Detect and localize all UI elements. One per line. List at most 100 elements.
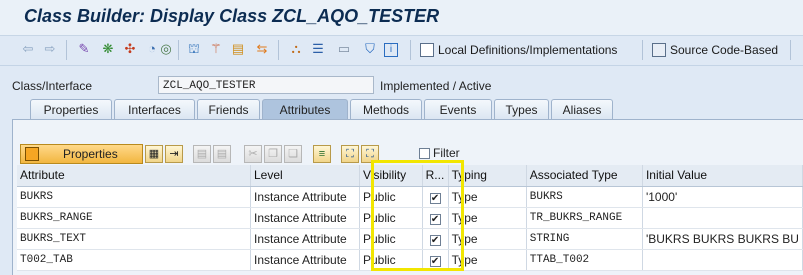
filter-icon[interactable]: ⛉ (362, 41, 378, 57)
filter-control[interactable]: Filter (419, 146, 460, 160)
source-code-based-label: Source Code-Based (670, 43, 779, 57)
enhance-icon[interactable]: ⇆ (254, 41, 270, 57)
readonly-cell: ✔ (422, 228, 449, 250)
object-list-icon[interactable]: ⛫ (186, 41, 202, 57)
level-cell[interactable]: Instance Attribute (250, 249, 360, 271)
properties-button[interactable]: Properties (20, 144, 143, 164)
properties-button-label: Properties (63, 147, 118, 161)
copy-icon[interactable]: ❐ (264, 145, 282, 163)
toolbar-separator (66, 40, 67, 60)
navigation-window-icon[interactable]: ▤ (230, 41, 246, 57)
attributes-table: Attribute Level Visibility R... Typing A… (17, 165, 803, 271)
tab-aliases[interactable]: Aliases (551, 99, 613, 119)
magic-wand-icon[interactable]: ⚚ (208, 41, 224, 57)
source-code-icon (652, 43, 666, 57)
tab-friends[interactable]: Friends (197, 99, 260, 119)
display-change-icon[interactable]: ✎ (76, 41, 92, 57)
initial-value-cell[interactable] (642, 207, 803, 229)
typing-cell[interactable]: Type (448, 249, 527, 271)
initial-value-cell[interactable]: 'BUKRS BUKRS BUKRS BU (642, 228, 803, 250)
class-interface-field[interactable]: ZCL_AQO_TESTER (158, 76, 374, 94)
visibility-cell[interactable]: Public (359, 186, 423, 208)
hierarchy-icon[interactable]: ⛬ (288, 41, 304, 57)
layout-icon[interactable]: ▭ (336, 41, 352, 57)
filter-checkbox[interactable] (419, 147, 430, 159)
readonly-checkbox[interactable]: ✔ (429, 255, 441, 267)
paste-icon[interactable]: ❏ (284, 145, 302, 163)
tab-attributes[interactable]: Attributes (262, 99, 348, 119)
visibility-cell[interactable]: Public (359, 249, 423, 271)
tab-label: Aliases (562, 102, 602, 117)
column-header-initial-value[interactable]: Initial Value (642, 165, 803, 187)
attribute-name-cell[interactable]: BUKRS_TEXT (17, 228, 251, 250)
attribute-name-cell[interactable]: BUKRS_RANGE (17, 207, 251, 229)
readonly-checkbox[interactable]: ✔ (429, 213, 441, 225)
window-title: Class Builder: Display Class ZCL_AQO_TES… (24, 6, 440, 26)
associated-type-cell[interactable]: TTAB_T002 (526, 249, 643, 271)
column-header-visibility[interactable]: Visibility (359, 165, 423, 187)
level-cell[interactable]: Instance Attribute (250, 207, 360, 229)
move-up-icon[interactable]: ▤ (193, 145, 211, 163)
table-row: BUKRS_RANGE Instance Attribute Public ✔ … (17, 207, 803, 229)
toolbar-separator (278, 40, 279, 60)
typing-cell[interactable]: Type (448, 186, 527, 208)
tab-events[interactable]: Events (424, 99, 492, 119)
level-cell[interactable]: Instance Attribute (250, 228, 360, 250)
tab-label: Interfaces (128, 102, 181, 117)
associated-type-cell[interactable]: STRING (526, 228, 643, 250)
info-icon[interactable]: i (384, 43, 398, 57)
where-used-icon[interactable]: ◎ (158, 41, 174, 57)
column-header-attribute[interactable]: Attribute (17, 165, 251, 187)
move-down-icon[interactable]: ▤ (213, 145, 231, 163)
toolbar-separator (642, 40, 643, 60)
local-definitions-label: Local Definitions/Implementations (438, 43, 618, 57)
column-header-typing[interactable]: Typing (448, 165, 527, 187)
align-center-icon[interactable]: ☰ (310, 41, 326, 57)
readonly-cell: ✔ (422, 186, 449, 208)
attribute-name-cell[interactable]: BUKRS (17, 186, 251, 208)
title-bar: Class Builder: Display Class ZCL_AQO_TES… (0, 0, 803, 36)
readonly-checkbox[interactable]: ✔ (429, 234, 441, 246)
visibility-cell[interactable]: Public (359, 228, 423, 250)
arrow-left-icon[interactable]: ⇦ (20, 41, 36, 57)
attribute-name-cell[interactable]: T002_TAB (17, 249, 251, 271)
tab-label: Methods (362, 102, 410, 117)
find-icon[interactable]: ⛶ (341, 145, 359, 163)
table-row: BUKRS Instance Attribute Public ✔ Type B… (17, 186, 803, 208)
check-icon[interactable]: ✣ (122, 41, 138, 57)
tab-label: Types (505, 102, 538, 117)
arrow-right-icon[interactable]: ⇨ (42, 41, 58, 57)
properties-icon (25, 147, 39, 161)
associated-type-cell[interactable]: BUKRS (526, 186, 643, 208)
readonly-checkbox[interactable]: ✔ (429, 192, 441, 204)
tab-interfaces[interactable]: Interfaces (114, 99, 195, 119)
insert-row-icon[interactable]: ▦ (145, 145, 163, 163)
level-cell[interactable]: Instance Attribute (250, 186, 360, 208)
tab-types[interactable]: Types (494, 99, 549, 119)
readonly-cell: ✔ (422, 249, 449, 271)
undo-icon[interactable]: ≡ (313, 145, 331, 163)
column-header-level[interactable]: Level (250, 165, 360, 187)
class-interface-row: Class/Interface ZCL_AQO_TESTER Implement… (0, 76, 803, 96)
initial-value-cell[interactable] (642, 249, 803, 271)
typing-cell[interactable]: Type (448, 228, 527, 250)
source-code-based-button[interactable]: Source Code-Based (652, 41, 778, 59)
column-header-associated-type[interactable]: Associated Type (526, 165, 643, 187)
typing-cell[interactable]: Type (448, 207, 527, 229)
column-header-readonly[interactable]: R... (422, 165, 449, 187)
table-row: T002_TAB Instance Attribute Public ✔ Typ… (17, 249, 803, 271)
associated-type-cell[interactable]: TR_BUKRS_RANGE (526, 207, 643, 229)
class-interface-label: Class/Interface (12, 79, 93, 93)
tab-label: Friends (208, 102, 249, 117)
visibility-cell[interactable]: Public (359, 207, 423, 229)
tab-properties[interactable]: Properties (30, 99, 112, 119)
find-next-icon[interactable]: ⛶ (361, 145, 379, 163)
toolbar-separator (410, 40, 411, 60)
delete-row-icon[interactable]: ⇥ (165, 145, 183, 163)
local-definitions-button[interactable]: Local Definitions/Implementations (420, 41, 617, 59)
active-inactive-icon[interactable]: ❋ (100, 41, 116, 57)
readonly-cell: ✔ (422, 207, 449, 229)
cut-icon[interactable]: ✂ (244, 145, 262, 163)
tab-methods[interactable]: Methods (350, 99, 422, 119)
initial-value-cell[interactable]: '1000' (642, 186, 803, 208)
